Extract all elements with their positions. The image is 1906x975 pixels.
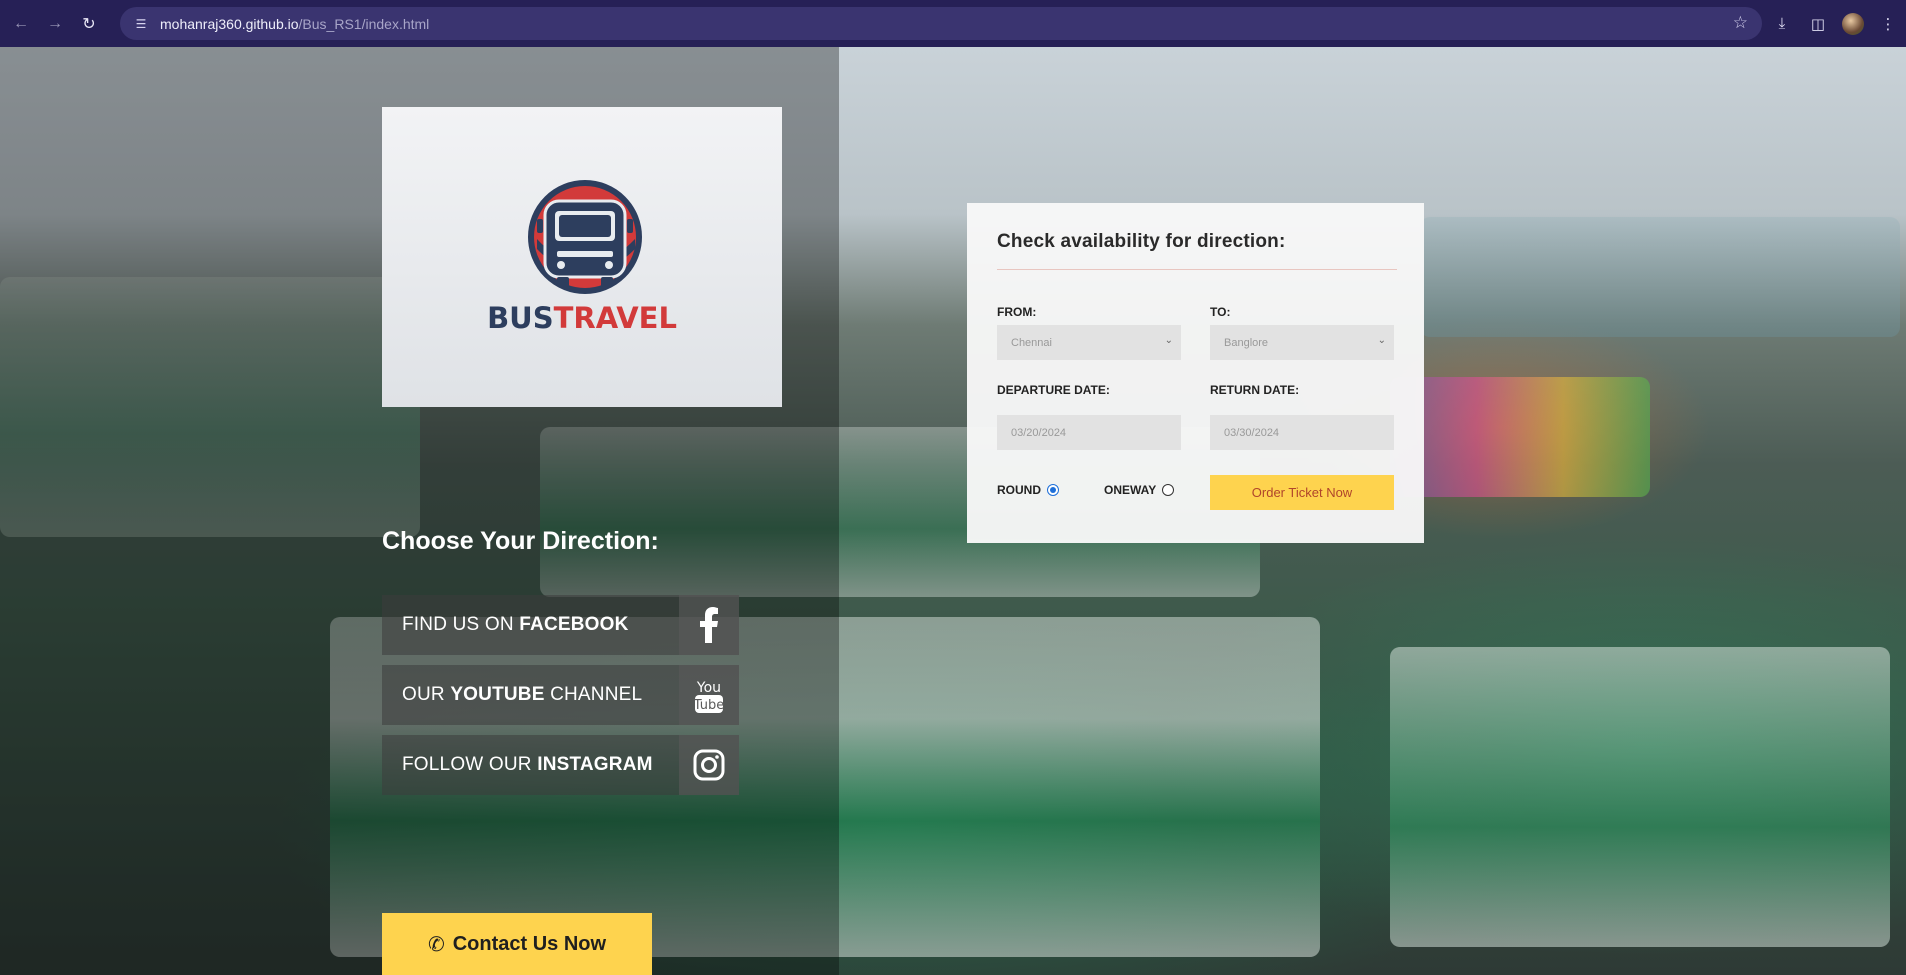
chevron-down-icon: ⌄ bbox=[1164, 335, 1173, 346]
round-label: ROUND bbox=[997, 483, 1041, 497]
departure-date-value: 03/20/2024 bbox=[1011, 426, 1067, 439]
facebook-link[interactable]: FIND US ON FACEBOOK bbox=[382, 595, 739, 655]
instagram-link-label: FOLLOW OUR INSTAGRAM bbox=[402, 754, 653, 775]
departure-date-input[interactable]: 03/20/2024 bbox=[997, 415, 1181, 450]
brand-logo[interactable]: BUSTRAVEL bbox=[382, 107, 782, 407]
page-viewport: BUSTRAVEL Choose Your Direction: FIND US… bbox=[0, 47, 1906, 975]
youtube-icon: You Tube bbox=[679, 665, 739, 725]
contact-us-label: Contact Us Now bbox=[452, 932, 607, 955]
choose-direction-heading: Choose Your Direction: bbox=[382, 527, 659, 555]
bookmark-star-icon[interactable]: ☆ bbox=[1733, 13, 1748, 33]
download-icon[interactable]: ⤓ bbox=[1770, 12, 1794, 36]
facebook-icon bbox=[679, 595, 739, 655]
availability-form: Check availability for direction: FROM: … bbox=[967, 203, 1424, 543]
url-text: mohanraj360.github.io/Bus_RS1/index.html bbox=[160, 15, 430, 32]
contact-us-button[interactable]: ✆ Contact Us Now bbox=[382, 913, 652, 975]
round-trip-option[interactable]: ROUND bbox=[997, 483, 1059, 497]
round-radio[interactable] bbox=[1047, 484, 1059, 496]
order-ticket-button[interactable]: Order Ticket Now bbox=[1210, 475, 1394, 510]
facebook-link-label: FIND US ON FACEBOOK bbox=[402, 614, 629, 635]
form-divider bbox=[997, 269, 1397, 270]
instagram-link[interactable]: FOLLOW OUR INSTAGRAM bbox=[382, 735, 739, 795]
instagram-icon bbox=[679, 735, 739, 795]
from-select-value: Chennai bbox=[1011, 336, 1052, 349]
from-label: FROM: bbox=[997, 305, 1037, 319]
back-icon[interactable]: ← bbox=[8, 11, 34, 37]
to-label: TO: bbox=[1210, 305, 1231, 319]
address-bar[interactable]: ☰ mohanraj360.github.io/Bus_RS1/index.ht… bbox=[120, 7, 1762, 40]
forward-icon[interactable]: → bbox=[42, 11, 68, 37]
site-info-icon[interactable]: ☰ bbox=[132, 15, 150, 33]
chevron-down-icon: ⌄ bbox=[1377, 335, 1386, 346]
youtube-link-label: OUR YOUTUBE CHANNEL bbox=[402, 684, 643, 705]
bus-logo-icon bbox=[517, 179, 647, 297]
from-select[interactable]: Chennai ⌄ bbox=[997, 325, 1181, 360]
logo-wordmark: BUSTRAVEL bbox=[487, 301, 677, 335]
to-select[interactable]: Banglore ⌄ bbox=[1210, 325, 1394, 360]
youtube-link[interactable]: OUR YOUTUBE CHANNEL You Tube bbox=[382, 665, 739, 725]
departure-date-label: DEPARTURE DATE: bbox=[997, 383, 1110, 397]
reload-icon[interactable]: ↻ bbox=[76, 11, 102, 37]
phone-icon: ✆ bbox=[427, 933, 445, 956]
profile-avatar[interactable] bbox=[1842, 12, 1864, 35]
browser-toolbar: ← → ↻ ☰ mohanraj360.github.io/Bus_RS1/in… bbox=[0, 0, 1906, 47]
form-title: Check availability for direction: bbox=[997, 231, 1286, 252]
menu-dots-icon[interactable]: ⋮ bbox=[1876, 12, 1900, 36]
side-panel-icon[interactable]: ◫ bbox=[1806, 12, 1830, 36]
return-date-value: 03/30/2024 bbox=[1224, 426, 1280, 439]
oneway-radio[interactable] bbox=[1162, 484, 1175, 496]
svg-text:Tube: Tube bbox=[693, 698, 724, 713]
oneway-option[interactable]: ONEWAY bbox=[1104, 483, 1175, 497]
to-select-value: Banglore bbox=[1224, 336, 1269, 349]
svg-text:You: You bbox=[696, 680, 721, 696]
return-date-label: RETURN DATE: bbox=[1210, 383, 1300, 397]
oneway-label: ONEWAY bbox=[1104, 483, 1157, 497]
return-date-input[interactable]: 03/30/2024 bbox=[1210, 415, 1394, 450]
